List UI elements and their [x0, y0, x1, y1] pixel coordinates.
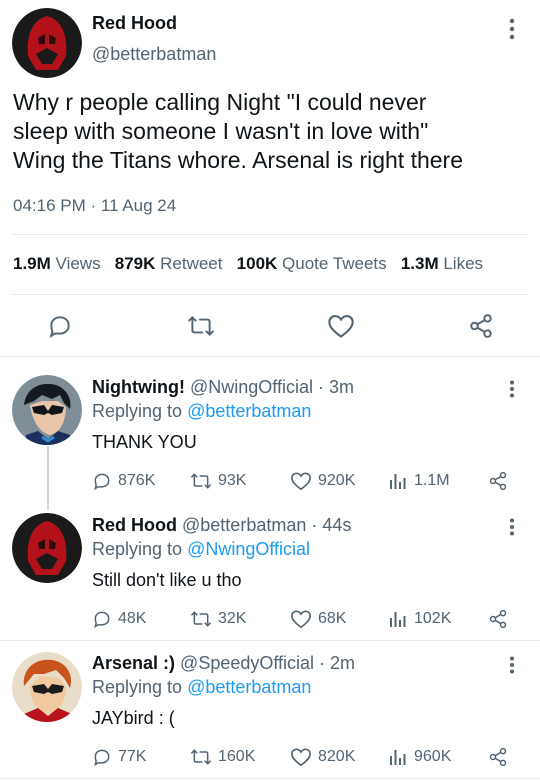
reply-display-name[interactable]: Red Hood: [92, 515, 177, 535]
reply-icon: [94, 749, 110, 767]
views-icon: [390, 474, 406, 489]
thread-line: [47, 446, 49, 510]
retweet-button[interactable]: 32K: [190, 609, 246, 629]
reply-button[interactable]: 77K: [92, 747, 146, 767]
replying-to-link[interactable]: @betterbatman: [187, 677, 311, 697]
share-icon[interactable]: [468, 313, 494, 344]
reply-header: Nightwing! @NwingOfficial · 3m: [92, 377, 354, 398]
reply-text: THANK YOU: [92, 432, 197, 452]
reply-display-name[interactable]: Nightwing!: [92, 377, 185, 397]
views-count: 102K: [414, 610, 452, 627]
retweet-icon: [191, 749, 211, 765]
avatar-nightwing[interactable]: [12, 375, 82, 445]
stat-retweets[interactable]: 879K Retweet: [115, 254, 223, 273]
like-button[interactable]: 920K: [290, 471, 355, 491]
main-display-name[interactable]: Red Hood: [92, 13, 177, 34]
reply-handle-time[interactable]: @NwingOfficial · 3m: [190, 377, 354, 397]
views-button[interactable]: 102K: [388, 609, 451, 629]
reply-header: Arsenal :) @SpeedyOfficial · 2m: [92, 653, 355, 674]
reply-icon[interactable]: [47, 313, 73, 344]
avatar-red-hood[interactable]: [12, 8, 82, 78]
retweet-count: 93K: [218, 472, 247, 489]
reply-handle-time[interactable]: @SpeedyOfficial · 2m: [180, 653, 355, 673]
stat-likes[interactable]: 1.3M Likes: [401, 254, 483, 273]
share-icon[interactable]: [488, 747, 508, 772]
avatar-red-hood[interactable]: [12, 513, 82, 583]
retweet-button[interactable]: 160K: [190, 747, 255, 767]
reply-count: 77K: [118, 748, 147, 765]
reply-button[interactable]: 48K: [92, 609, 146, 629]
reply-icon: [94, 611, 110, 629]
reply-text: JAYbird : (: [92, 708, 175, 728]
more-options-icon[interactable]: [509, 380, 515, 403]
reply-count: 876K: [118, 472, 156, 489]
like-icon: [291, 610, 311, 629]
stat-quote-tweets[interactable]: 100K Quote Tweets: [237, 254, 387, 273]
like-button[interactable]: 820K: [290, 747, 355, 767]
reply-button[interactable]: 876K: [92, 471, 155, 491]
tweet-text: Why r people calling Night "I could neve…: [13, 88, 538, 175]
more-options-icon[interactable]: [509, 656, 515, 679]
reply-text: Still don't like u tho: [92, 570, 242, 590]
more-options-icon[interactable]: [509, 518, 515, 541]
views-icon: [390, 612, 406, 627]
divider: [12, 234, 528, 235]
views-count: 1.1M: [414, 472, 450, 489]
reply-header: Red Hood @betterbatman · 44s: [92, 515, 351, 536]
replying-to-link[interactable]: @NwingOfficial: [187, 539, 310, 559]
reply-count: 48K: [118, 610, 147, 627]
more-options-icon[interactable]: [509, 18, 515, 40]
stat-views[interactable]: 1.9M Views: [13, 254, 101, 273]
like-icon: [291, 472, 311, 491]
like-count: 820K: [318, 748, 356, 765]
like-count: 68K: [318, 610, 347, 627]
tweet-stats: 1.9M Views 879K Retweet 100K Quote Tweet…: [13, 254, 540, 274]
divider: [0, 356, 540, 357]
retweet-count: 32K: [218, 610, 247, 627]
divider: [0, 778, 540, 779]
share-icon[interactable]: [488, 471, 508, 496]
retweet-icon: [191, 611, 211, 627]
views-button[interactable]: 960K: [388, 747, 451, 767]
replying-to: Replying to @betterbatman: [92, 401, 312, 421]
retweet-count: 160K: [218, 748, 256, 765]
like-icon: [291, 748, 311, 767]
reply-display-name[interactable]: Arsenal :): [92, 653, 175, 673]
replying-to: Replying to @NwingOfficial: [92, 539, 311, 559]
tweet-text-line: sleep with someone I wasn't in love with…: [13, 118, 429, 144]
views-button[interactable]: 1.1M: [388, 471, 450, 491]
replying-to: Replying to @betterbatman: [92, 677, 312, 697]
reply-icon: [94, 473, 110, 491]
like-button[interactable]: 68K: [290, 609, 346, 629]
retweet-button[interactable]: 93K: [190, 471, 246, 491]
views-icon: [390, 750, 406, 765]
reply-handle-time[interactable]: @betterbatman · 44s: [182, 515, 351, 535]
like-icon[interactable]: [327, 313, 355, 344]
avatar-arsenal[interactable]: [12, 652, 82, 722]
tweet-text-line: Why r people calling Night "I could neve…: [13, 89, 427, 115]
main-handle[interactable]: @betterbatman: [92, 44, 216, 65]
tweet-text-line: Wing the Titans whore. Arsenal is right …: [13, 147, 463, 173]
tweet-timestamp[interactable]: 04:16 PM · 11 Aug 24: [13, 196, 176, 216]
retweet-icon[interactable]: [187, 313, 215, 344]
views-count: 960K: [414, 748, 452, 765]
like-count: 920K: [318, 472, 356, 489]
share-icon[interactable]: [488, 609, 508, 634]
retweet-icon: [191, 473, 211, 489]
divider: [12, 294, 528, 295]
replying-to-link[interactable]: @betterbatman: [187, 401, 311, 421]
divider: [0, 640, 540, 641]
